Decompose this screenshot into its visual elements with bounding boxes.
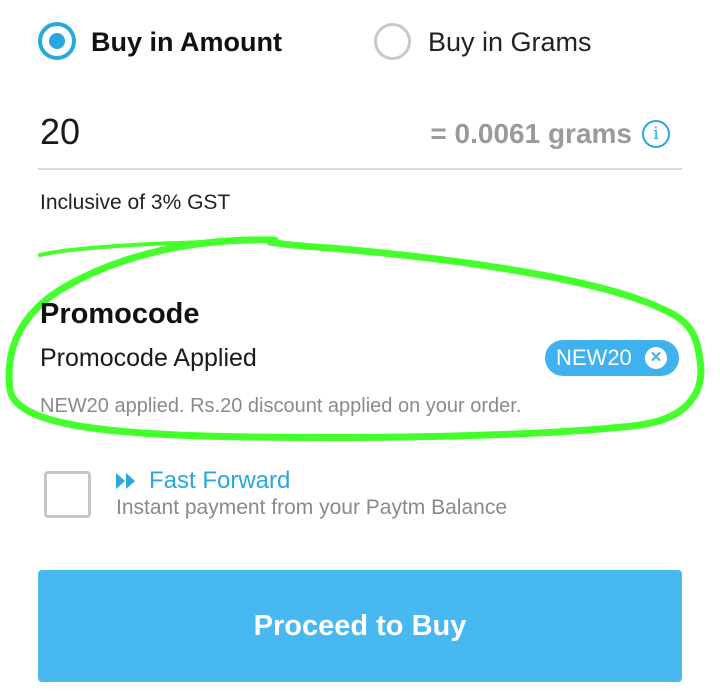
- info-icon[interactable]: i: [642, 120, 670, 148]
- grams-equivalent: = 0.0061 grams: [430, 118, 632, 149]
- buy-in-grams-label[interactable]: Buy in Grams: [428, 26, 592, 58]
- fast-forward-subtitle: Instant payment from your Paytm Balance: [116, 496, 508, 519]
- buy-in-amount-label[interactable]: Buy in Amount: [91, 26, 282, 58]
- amount-input-underline: [38, 168, 682, 170]
- radio-selected-dot: [49, 33, 65, 49]
- promocode-status: Promocode Applied: [40, 344, 257, 372]
- promocode-chip-label: NEW20: [556, 345, 632, 370]
- proceed-to-buy-button[interactable]: Proceed to Buy: [38, 570, 682, 682]
- fast-forward-icon: [116, 473, 135, 489]
- amount-input[interactable]: 20: [40, 112, 80, 152]
- gst-note: Inclusive of 3% GST: [40, 191, 231, 214]
- fast-forward-title[interactable]: Fast Forward: [149, 466, 290, 496]
- close-icon[interactable]: ✕: [645, 347, 667, 369]
- buy-in-grams-radio[interactable]: [374, 23, 411, 60]
- fast-forward-checkbox[interactable]: [44, 471, 91, 518]
- buy-in-amount-radio[interactable]: [38, 22, 76, 60]
- promocode-description: NEW20 applied. Rs.20 discount applied on…: [40, 395, 522, 417]
- promocode-chip[interactable]: NEW20 ✕: [545, 340, 679, 376]
- promocode-title: Promocode: [40, 298, 200, 330]
